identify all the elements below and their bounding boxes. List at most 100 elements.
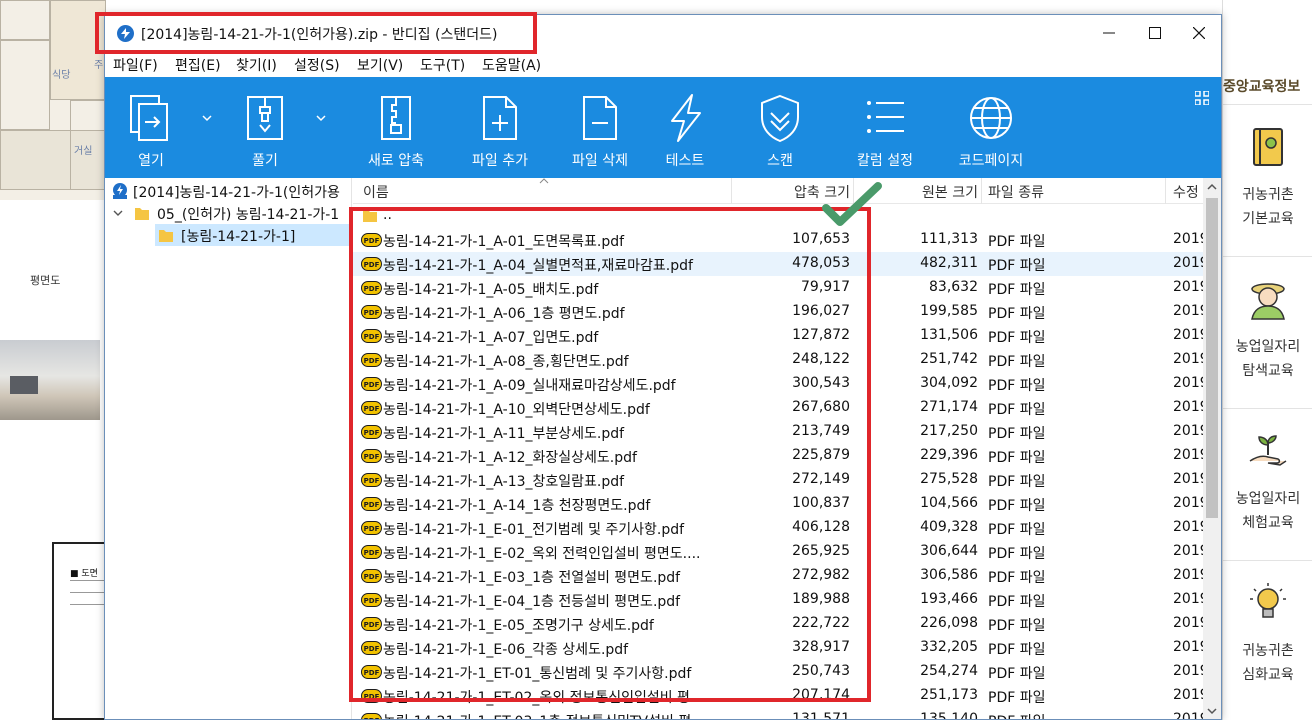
file-row[interactable]: PDF 농림-14-21-가-1_A-14_1층 천장평면도.pdf 100,837… [353, 492, 1203, 516]
file-row[interactable]: PDF 농림-14-21-가-1_E-02_옥외 전력인입설비 평면도.... 26… [353, 540, 1203, 564]
file-original-size: 304,092 [920, 375, 978, 391]
file-original-size: 83,632 [929, 279, 978, 295]
file-name: 농림-14-21-가-1_E-05_조명기구 상세도.pdf [383, 618, 654, 634]
menu-file[interactable]: 파일(F) [113, 55, 158, 75]
file-type: PDF 파일 [988, 282, 1046, 298]
svg-text:PDF: PDF [364, 525, 380, 533]
tree-item-label: [2014]농림-14-21-가-1(인허가용 [133, 185, 340, 201]
tree-item-subfolder[interactable]: [농림-14-21-가-1] [155, 224, 351, 246]
file-row[interactable]: PDF 농림-14-21-가-1_E-01_전기범례 및 주기사항.pdf 406,… [353, 516, 1203, 540]
extract-icon [247, 96, 283, 140]
codepage-button[interactable]: 코드페이지 [941, 77, 1041, 178]
edu-link-explore[interactable]: 농업일자리 탐색교육 [1223, 256, 1312, 406]
file-type: PDF 파일 [988, 594, 1046, 610]
edu-link-line1: 귀농귀촌 [1242, 187, 1294, 203]
codepage-label: 코드페이지 [958, 153, 1024, 169]
file-row[interactable]: PDF 농림-14-21-가-1_ET-01_통신범례 및 주기사항.pdf 250… [353, 660, 1203, 684]
file-row[interactable]: PDF 농림-14-21-가-1_E-04_1층 전등설비 평면도.pdf 189,… [353, 588, 1203, 612]
file-row[interactable]: PDF 농림-14-21-가-1_A-11_부분상세도.pdf 213,749 217… [353, 420, 1203, 444]
scroll-up-icon[interactable] [1207, 182, 1217, 192]
test-button[interactable]: 테스트 [635, 77, 735, 178]
sprout-hand-icon [1246, 429, 1290, 473]
menu-view[interactable]: 보기(V) [357, 55, 403, 75]
scrollbar-thumb[interactable] [1206, 198, 1218, 518]
add-file-button[interactable]: 파일 추가 [445, 77, 555, 178]
svg-text:PDF: PDF [364, 693, 380, 701]
edu-link-advanced[interactable]: 귀농귀촌 심화교육 [1223, 560, 1312, 710]
file-row[interactable]: PDF농림-14-21-가-1_ET-03_1층 정보통신및TV설비 평... 1… [353, 708, 1203, 719]
svg-text:PDF: PDF [364, 285, 380, 293]
file-row[interactable]: PDF 농림-14-21-가-1_A-01_도면목록표.pdf 107,653 111… [353, 228, 1203, 252]
file-row[interactable]: PDF 농림-14-21-가-1_A-06_1층 평면도.pdf 196,027 19… [353, 300, 1203, 324]
menu-settings[interactable]: 설정(S) [294, 55, 340, 75]
close-icon [1193, 27, 1205, 39]
file-row[interactable]: PDF 농림-14-21-가-1_E-03_1층 전열설비 평면도.pdf 272,… [353, 564, 1203, 588]
tree-item-archive[interactable]: [2014]농림-14-21-가-1(인허가용 [105, 180, 351, 202]
scan-button[interactable]: 스캔 [730, 77, 830, 178]
file-name: 농림-14-21-가-1_A-13_창호일람표.pdf [383, 474, 625, 490]
file-row[interactable]: PDF 농림-14-21-가-1_A-12_화장실상세도.pdf 225,879 22… [353, 444, 1203, 468]
menu-find[interactable]: 찾기(I) [236, 55, 277, 75]
menu-edit[interactable]: 편집(E) [175, 55, 221, 75]
file-list-header: 이름 압축 크기 원본 크기 파일 종류 수정 [353, 178, 1203, 204]
column-date[interactable]: 수정 [1173, 182, 1199, 202]
file-row[interactable]: PDF 농림-14-21-가-1_A-05_배치도.pdf 79,917 83,632… [353, 276, 1203, 300]
parent-folder-row[interactable]: .. [353, 204, 1203, 228]
menu-tools[interactable]: 도구(T) [420, 55, 465, 75]
svg-text:PDF: PDF [364, 453, 380, 461]
file-type: PDF 파일 [988, 402, 1046, 418]
new-archive-button[interactable]: 새로 압축 [341, 77, 451, 178]
edu-link-basic[interactable]: 귀농귀촌 기본교육 [1223, 104, 1312, 254]
file-row[interactable]: PDF 농림-14-21-가-1_E-06_각종 상세도.pdf 328,917 33… [353, 636, 1203, 660]
pdf-file-icon: PDF [361, 593, 382, 607]
column-settings-button[interactable]: 칼럼 설정 [835, 77, 935, 178]
edu-link-experience[interactable]: 농업일자리 체험교육 [1223, 408, 1312, 558]
file-modified-date: 2019 [1173, 591, 1203, 607]
file-row[interactable]: PDF 농림-14-21-가-1_A-10_외벽단면상세도.pdf 267,680 2… [353, 396, 1203, 420]
file-modified-date: 2019 [1173, 567, 1203, 583]
layout-toggle-icon[interactable] [1195, 91, 1209, 105]
close-button[interactable] [1176, 15, 1221, 51]
parent-folder-label: .. [383, 207, 392, 223]
extract-button[interactable]: 풀기 [225, 77, 305, 178]
file-original-size: 482,311 [920, 255, 978, 271]
column-name[interactable]: 이름 [363, 182, 389, 202]
open-dropdown-icon[interactable] [201, 113, 213, 123]
file-row[interactable]: PDF 농림-14-21-가-1_A-09_실내재료마감상세도.pdf 300,54… [353, 372, 1203, 396]
column-settings-label: 칼럼 설정 [857, 153, 913, 169]
title-bar[interactable]: [2014]농림-14-21-가-1(인허가용).zip - 반디집 (스탠더드… [105, 15, 1221, 51]
file-row[interactable]: PDF 농림-14-21-가-1_E-05_조명기구 상세도.pdf 222,722… [353, 612, 1203, 636]
bandizip-app-icon [117, 25, 134, 42]
menu-bar: 파일(F) 편집(E) 찾기(I) 설정(S) 보기(V) 도구(T) 도움말(… [105, 51, 1221, 77]
file-modified-date: 2019 [1173, 615, 1203, 631]
edu-link-line2: 기본교육 [1242, 211, 1294, 227]
chevron-down-icon[interactable] [113, 210, 123, 218]
file-original-size: 306,644 [920, 543, 978, 559]
scroll-down-icon[interactable] [1207, 706, 1217, 716]
delete-file-icon [583, 96, 617, 140]
file-type: PDF 파일 [988, 546, 1046, 562]
column-type[interactable]: 파일 종류 [988, 182, 1044, 202]
tree-item-folder[interactable]: 05_(인허가) 농림-14-21-가-1 [105, 202, 351, 224]
file-compressed-size: 248,122 [792, 351, 850, 367]
file-row[interactable]: PDF 농림-14-21-가-1_A-08_종,횡단면도.pdf 248,122 25… [353, 348, 1203, 372]
menu-help[interactable]: 도움말(A) [482, 55, 541, 75]
maximize-button[interactable] [1132, 15, 1178, 51]
vertical-scrollbar[interactable] [1203, 178, 1221, 719]
extract-dropdown-icon[interactable] [315, 113, 327, 123]
file-row[interactable]: PDF 농림-14-21-가-1_A-07_입면도.pdf 127,872 131,5… [353, 324, 1203, 348]
file-original-size: 306,586 [920, 567, 978, 583]
column-original-size[interactable]: 원본 크기 [922, 182, 978, 202]
file-original-size: 332,205 [920, 639, 978, 655]
file-modified-date: 2019 [1173, 687, 1203, 703]
minimize-button[interactable] [1086, 15, 1132, 51]
file-row[interactable]: PDF 농림-14-21-가-1_A-13_창호일람표.pdf 272,149 275… [353, 468, 1203, 492]
file-modified-date: 2019 [1173, 639, 1203, 655]
file-modified-date: 2019 [1173, 495, 1203, 511]
file-row[interactable]: PDF 농림-14-21-가-1_A-04_실별면적표,재료마감표.pdf 478,… [353, 252, 1203, 276]
open-button[interactable]: 열기 [111, 77, 191, 178]
pdf-file-icon: PDF [361, 665, 382, 679]
svg-text:PDF: PDF [364, 645, 380, 653]
file-row[interactable]: PDF 농림-14-21-가-1_ET-02_옥외 정보통신인입설비 평... 20… [353, 684, 1203, 708]
file-original-size: 229,396 [920, 447, 978, 463]
